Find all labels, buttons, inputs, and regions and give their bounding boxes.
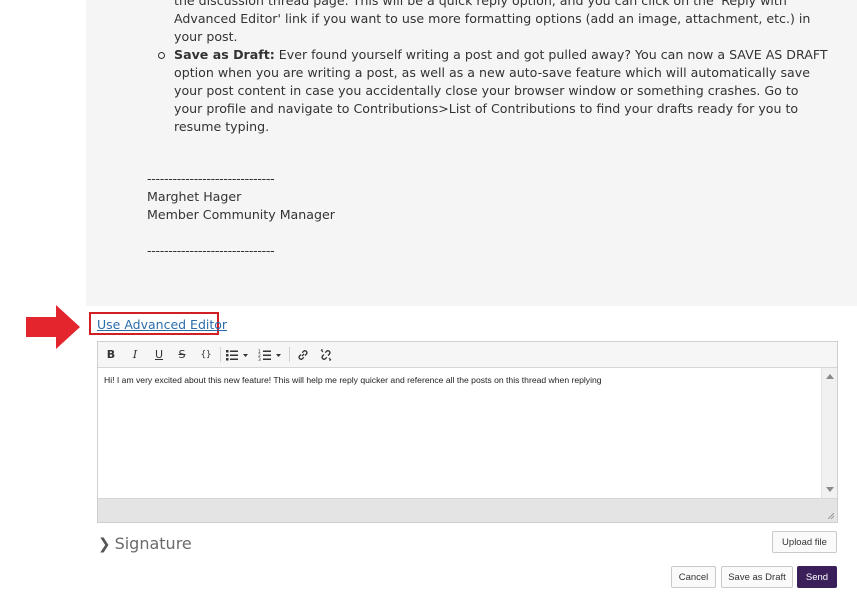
svg-text:3: 3: [258, 357, 261, 362]
toolbar-divider: [289, 347, 290, 362]
reply-text-input[interactable]: Hi! I am very excited about this new fea…: [98, 368, 820, 498]
list-item-text-line: your post content in case you accidental…: [174, 83, 799, 98]
signature-toggle[interactable]: ❯ Signature: [98, 534, 192, 553]
bulleted-list-icon: [226, 349, 248, 360]
italic-button[interactable]: I: [128, 346, 142, 363]
divider: ------------------------------: [147, 243, 275, 258]
scroll-down-icon[interactable]: [826, 487, 834, 492]
use-advanced-editor-link[interactable]: Use Advanced Editor: [97, 317, 227, 332]
red-arrow-icon: [26, 305, 80, 349]
list-item-title: Save as Draft:: [174, 47, 275, 62]
remove-link-button[interactable]: [318, 346, 334, 363]
list-item: the discussion thread page. This will be…: [174, 0, 811, 46]
list-item-text-line: Advanced Editor' link if you want to use…: [174, 11, 811, 26]
list-item-text-line: option when you are writing a post, as w…: [174, 65, 810, 80]
link-icon: [298, 349, 308, 360]
list-item-text-line: the discussion thread page. This will be…: [174, 0, 787, 8]
editor-toolbar: B I U S {} 1 2 3: [98, 342, 837, 368]
signature-label: Signature: [114, 534, 192, 553]
cancel-button[interactable]: Cancel: [671, 566, 716, 588]
unlink-icon: [320, 348, 332, 361]
code-button[interactable]: {}: [197, 346, 215, 363]
list-item-text-line: Ever found yourself writing a post and g…: [274, 47, 828, 62]
resize-handle-icon[interactable]: [828, 513, 834, 519]
list-item: Save as Draft: Ever found yourself writi…: [158, 46, 828, 136]
underline-button[interactable]: U: [152, 346, 166, 363]
post-signature: ------------------------------ Marghet H…: [147, 170, 335, 260]
bulleted-list-button[interactable]: [225, 346, 251, 363]
list-item-text-line: resume typing.: [174, 119, 270, 134]
strikethrough-button[interactable]: S: [175, 346, 189, 363]
bullet-icon: [158, 52, 165, 59]
save-as-draft-button[interactable]: Save as Draft: [721, 566, 793, 588]
divider: ------------------------------: [147, 171, 275, 186]
insert-link-button[interactable]: [295, 346, 311, 363]
numbered-list-button[interactable]: 1 2 3: [258, 346, 284, 363]
numbered-list-icon: 1 2 3: [258, 349, 281, 362]
author-title: Member Community Manager: [147, 207, 335, 222]
list-item-text-line: your profile and navigate to Contributio…: [174, 101, 799, 116]
author-name: Marghet Hager: [147, 189, 242, 204]
chevron-right-icon: ❯: [98, 534, 111, 553]
reply-editor: B I U S {} 1 2 3 Hi! I am very excited a…: [97, 341, 838, 523]
bold-button[interactable]: B: [104, 346, 118, 363]
editor-scrollbar[interactable]: [821, 368, 837, 498]
upload-file-button[interactable]: Upload file: [772, 531, 837, 553]
feature-list: the discussion thread page. This will be…: [158, 0, 828, 136]
scroll-up-icon[interactable]: [826, 374, 834, 379]
editor-statusbar: [98, 498, 837, 522]
list-item-text-line: your post.: [174, 29, 238, 44]
send-button[interactable]: Send: [797, 566, 837, 588]
toolbar-divider: [220, 347, 221, 362]
